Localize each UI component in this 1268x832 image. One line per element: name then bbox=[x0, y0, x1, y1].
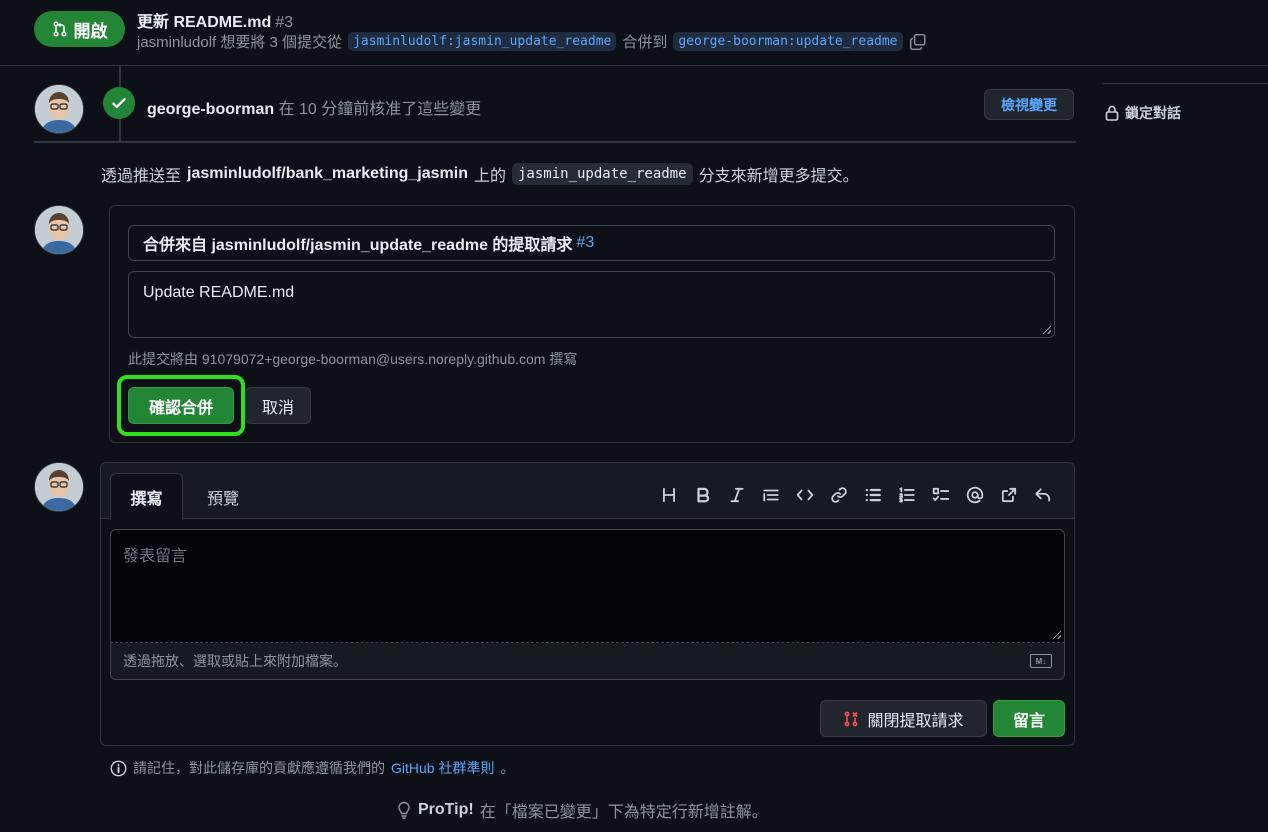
pr-number: #3 bbox=[275, 14, 294, 31]
approved-check-badge bbox=[103, 87, 135, 119]
pr-title-text: 更新 README.md bbox=[137, 14, 272, 31]
code-icon[interactable] bbox=[794, 483, 816, 507]
protip-label: ProTip! bbox=[418, 801, 474, 818]
comment-placeholder: 發表留言 bbox=[123, 548, 188, 565]
protip: ProTip! 在「檔案已變更」下為特定行新增註解。 bbox=[396, 798, 768, 822]
contribution-guidelines-note: 請記住，對此儲存庫的貢獻應遵循我們的 GitHub 社群準則。 bbox=[110, 758, 514, 778]
cancel-merge-button[interactable]: 取消 bbox=[245, 387, 311, 424]
comment-textarea[interactable]: 發表留言 bbox=[110, 529, 1065, 643]
push-note-suffix: 分支來新增更多提交。 bbox=[698, 168, 859, 185]
approval-text: 在 10 分鐘前核准了這些變更 bbox=[278, 101, 482, 118]
heading-icon[interactable] bbox=[658, 483, 680, 507]
avatar[interactable] bbox=[34, 462, 84, 512]
header-divider bbox=[0, 65, 1268, 66]
cross-reference-icon[interactable] bbox=[998, 483, 1020, 507]
merge-title-number[interactable]: #3 bbox=[576, 234, 594, 252]
pr-title: 更新 README.md #3 bbox=[137, 8, 293, 32]
pull-request-icon bbox=[52, 21, 67, 37]
info-icon bbox=[110, 760, 127, 776]
push-note: 透過推送至 jasminludolf/bank_marketing_jasmin… bbox=[101, 162, 859, 186]
comment-button[interactable]: 留言 bbox=[993, 700, 1065, 737]
resize-handle-icon[interactable] bbox=[1053, 631, 1061, 639]
pull-request-closed-icon bbox=[845, 711, 858, 726]
avatar-portrait-icon bbox=[35, 85, 83, 133]
attach-files-text: 透過拖放、選取或貼上來附加檔案。 bbox=[123, 653, 347, 669]
pr-state-badge: 開啟 bbox=[34, 11, 125, 47]
approval-event: george-boorman 在 10 分鐘前核准了這些變更 bbox=[147, 95, 481, 119]
tab-write[interactable]: 撰寫 bbox=[110, 473, 183, 520]
close-pr-label: 關閉提取請求 bbox=[867, 712, 964, 730]
avatar[interactable] bbox=[34, 205, 84, 255]
quote-icon[interactable] bbox=[760, 483, 782, 507]
merge-body-text: Update README.md bbox=[143, 284, 295, 301]
resize-handle-icon[interactable] bbox=[1043, 326, 1051, 334]
remember-text: 請記住，對此儲存庫的貢獻應遵循我們的 bbox=[133, 760, 385, 776]
push-note-middle: 上的 bbox=[473, 168, 506, 185]
push-note-repo: jasminludolf/bank_marketing_jasmin bbox=[187, 165, 468, 182]
avatar[interactable] bbox=[34, 84, 84, 134]
pr-subtitle-prefix: jasminludolf 想要將 3 個提交從 bbox=[137, 34, 343, 51]
sidebar-divider bbox=[1103, 83, 1268, 84]
protip-text: 在「檔案已變更」下為特定行新增註解。 bbox=[479, 804, 768, 821]
lock-icon bbox=[1105, 105, 1119, 121]
lock-conversation-button[interactable]: 鎖定對話 bbox=[1105, 103, 1181, 123]
pr-subtitle: jasminludolf 想要將 3 個提交從 jasminludolf:jas… bbox=[137, 31, 927, 52]
lock-conversation-label: 鎖定對話 bbox=[1125, 105, 1181, 121]
merge-title-text: 合併來自 jasminludolf/jasmin_update_readme 的… bbox=[143, 237, 573, 254]
head-branch-label[interactable]: jasminludolf:jasmin_update_readme bbox=[348, 32, 617, 51]
avatar-portrait-icon bbox=[35, 206, 83, 254]
community-guidelines-link[interactable]: GitHub 社群準則 bbox=[391, 758, 494, 778]
merge-commit-title-input[interactable]: 合併來自 jasminludolf/jasmin_update_readme 的… bbox=[128, 225, 1055, 261]
pr-subtitle-middle: 合併到 bbox=[622, 34, 668, 51]
italic-icon[interactable] bbox=[726, 483, 748, 507]
confirm-merge-button[interactable]: 確認合併 bbox=[128, 387, 234, 424]
check-icon bbox=[112, 97, 126, 109]
markdown-icon[interactable]: M↓ bbox=[1030, 654, 1052, 668]
task-list-icon[interactable] bbox=[930, 483, 952, 507]
approver-username[interactable]: george-boorman bbox=[147, 101, 274, 118]
avatar-portrait-icon bbox=[35, 463, 83, 511]
reply-icon[interactable] bbox=[1032, 483, 1054, 507]
attach-files-bar[interactable]: 透過拖放、選取或貼上來附加檔案。 M↓ bbox=[110, 643, 1065, 680]
numbered-list-icon[interactable] bbox=[896, 483, 918, 507]
view-changes-button[interactable]: 檢視變更 bbox=[984, 89, 1074, 120]
commit-author-note: 此提交將由 91079072+george-boorman@users.nore… bbox=[128, 351, 578, 367]
pr-state-label: 開啟 bbox=[73, 21, 108, 41]
push-note-prefix: 透過推送至 bbox=[101, 168, 182, 185]
bulleted-list-icon[interactable] bbox=[862, 483, 884, 507]
push-note-branch: jasmin_update_readme bbox=[512, 163, 693, 185]
approval-divider bbox=[34, 141, 1076, 143]
lightbulb-icon bbox=[398, 801, 410, 819]
bold-icon[interactable] bbox=[692, 483, 714, 507]
merge-commit-body-textarea[interactable]: Update README.md bbox=[128, 271, 1055, 338]
tab-preview[interactable]: 預覽 bbox=[195, 473, 251, 520]
link-icon[interactable] bbox=[828, 483, 850, 507]
remember-suffix: 。 bbox=[500, 760, 515, 776]
base-branch-label[interactable]: george-boorman:update_readme bbox=[673, 32, 903, 51]
mention-icon[interactable] bbox=[964, 483, 986, 507]
close-pull-request-button[interactable]: 關閉提取請求 bbox=[820, 700, 987, 737]
copy-icon[interactable] bbox=[909, 33, 927, 51]
markdown-toolbar bbox=[658, 483, 1054, 507]
